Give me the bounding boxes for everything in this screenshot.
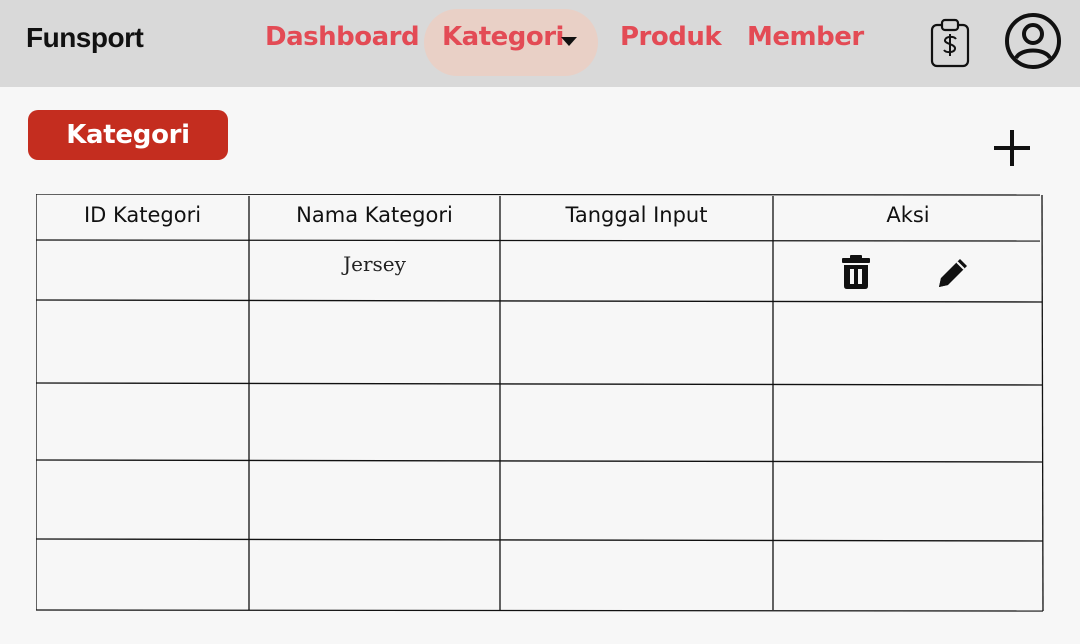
nav-member[interactable]: Member (747, 22, 864, 52)
section-title-badge: Kategori (28, 110, 228, 160)
column-header-aksi: Aksi (886, 203, 930, 227)
table-row (36, 461, 1042, 540)
trash-icon[interactable] (841, 254, 871, 290)
brand-logo[interactable]: Funsport (26, 22, 144, 54)
nav-produk[interactable]: Produk (620, 22, 722, 52)
column-header-id: ID Kategori (83, 203, 202, 227)
category-table: ID Kategori Nama Kategori Tanggal Input … (36, 194, 1044, 612)
section-title: Kategori (66, 120, 190, 150)
billing-clipboard-icon[interactable] (928, 17, 972, 69)
nav-dashboard[interactable]: Dashboard (265, 22, 420, 52)
user-profile-icon[interactable] (1003, 11, 1063, 71)
table-row (36, 540, 1042, 610)
nav-kategori-dropdown[interactable]: Kategori (442, 22, 564, 52)
column-header-nama: Nama Kategori (296, 203, 453, 227)
add-category-button[interactable] (990, 126, 1034, 170)
table-row (36, 301, 1042, 384)
cell-nama: Jersey (343, 252, 406, 276)
table-row (36, 384, 1042, 461)
table-row (36, 241, 1042, 301)
pencil-icon[interactable] (937, 255, 971, 289)
chevron-down-icon[interactable] (561, 37, 577, 46)
column-header-tanggal: Tanggal Input (565, 203, 708, 227)
